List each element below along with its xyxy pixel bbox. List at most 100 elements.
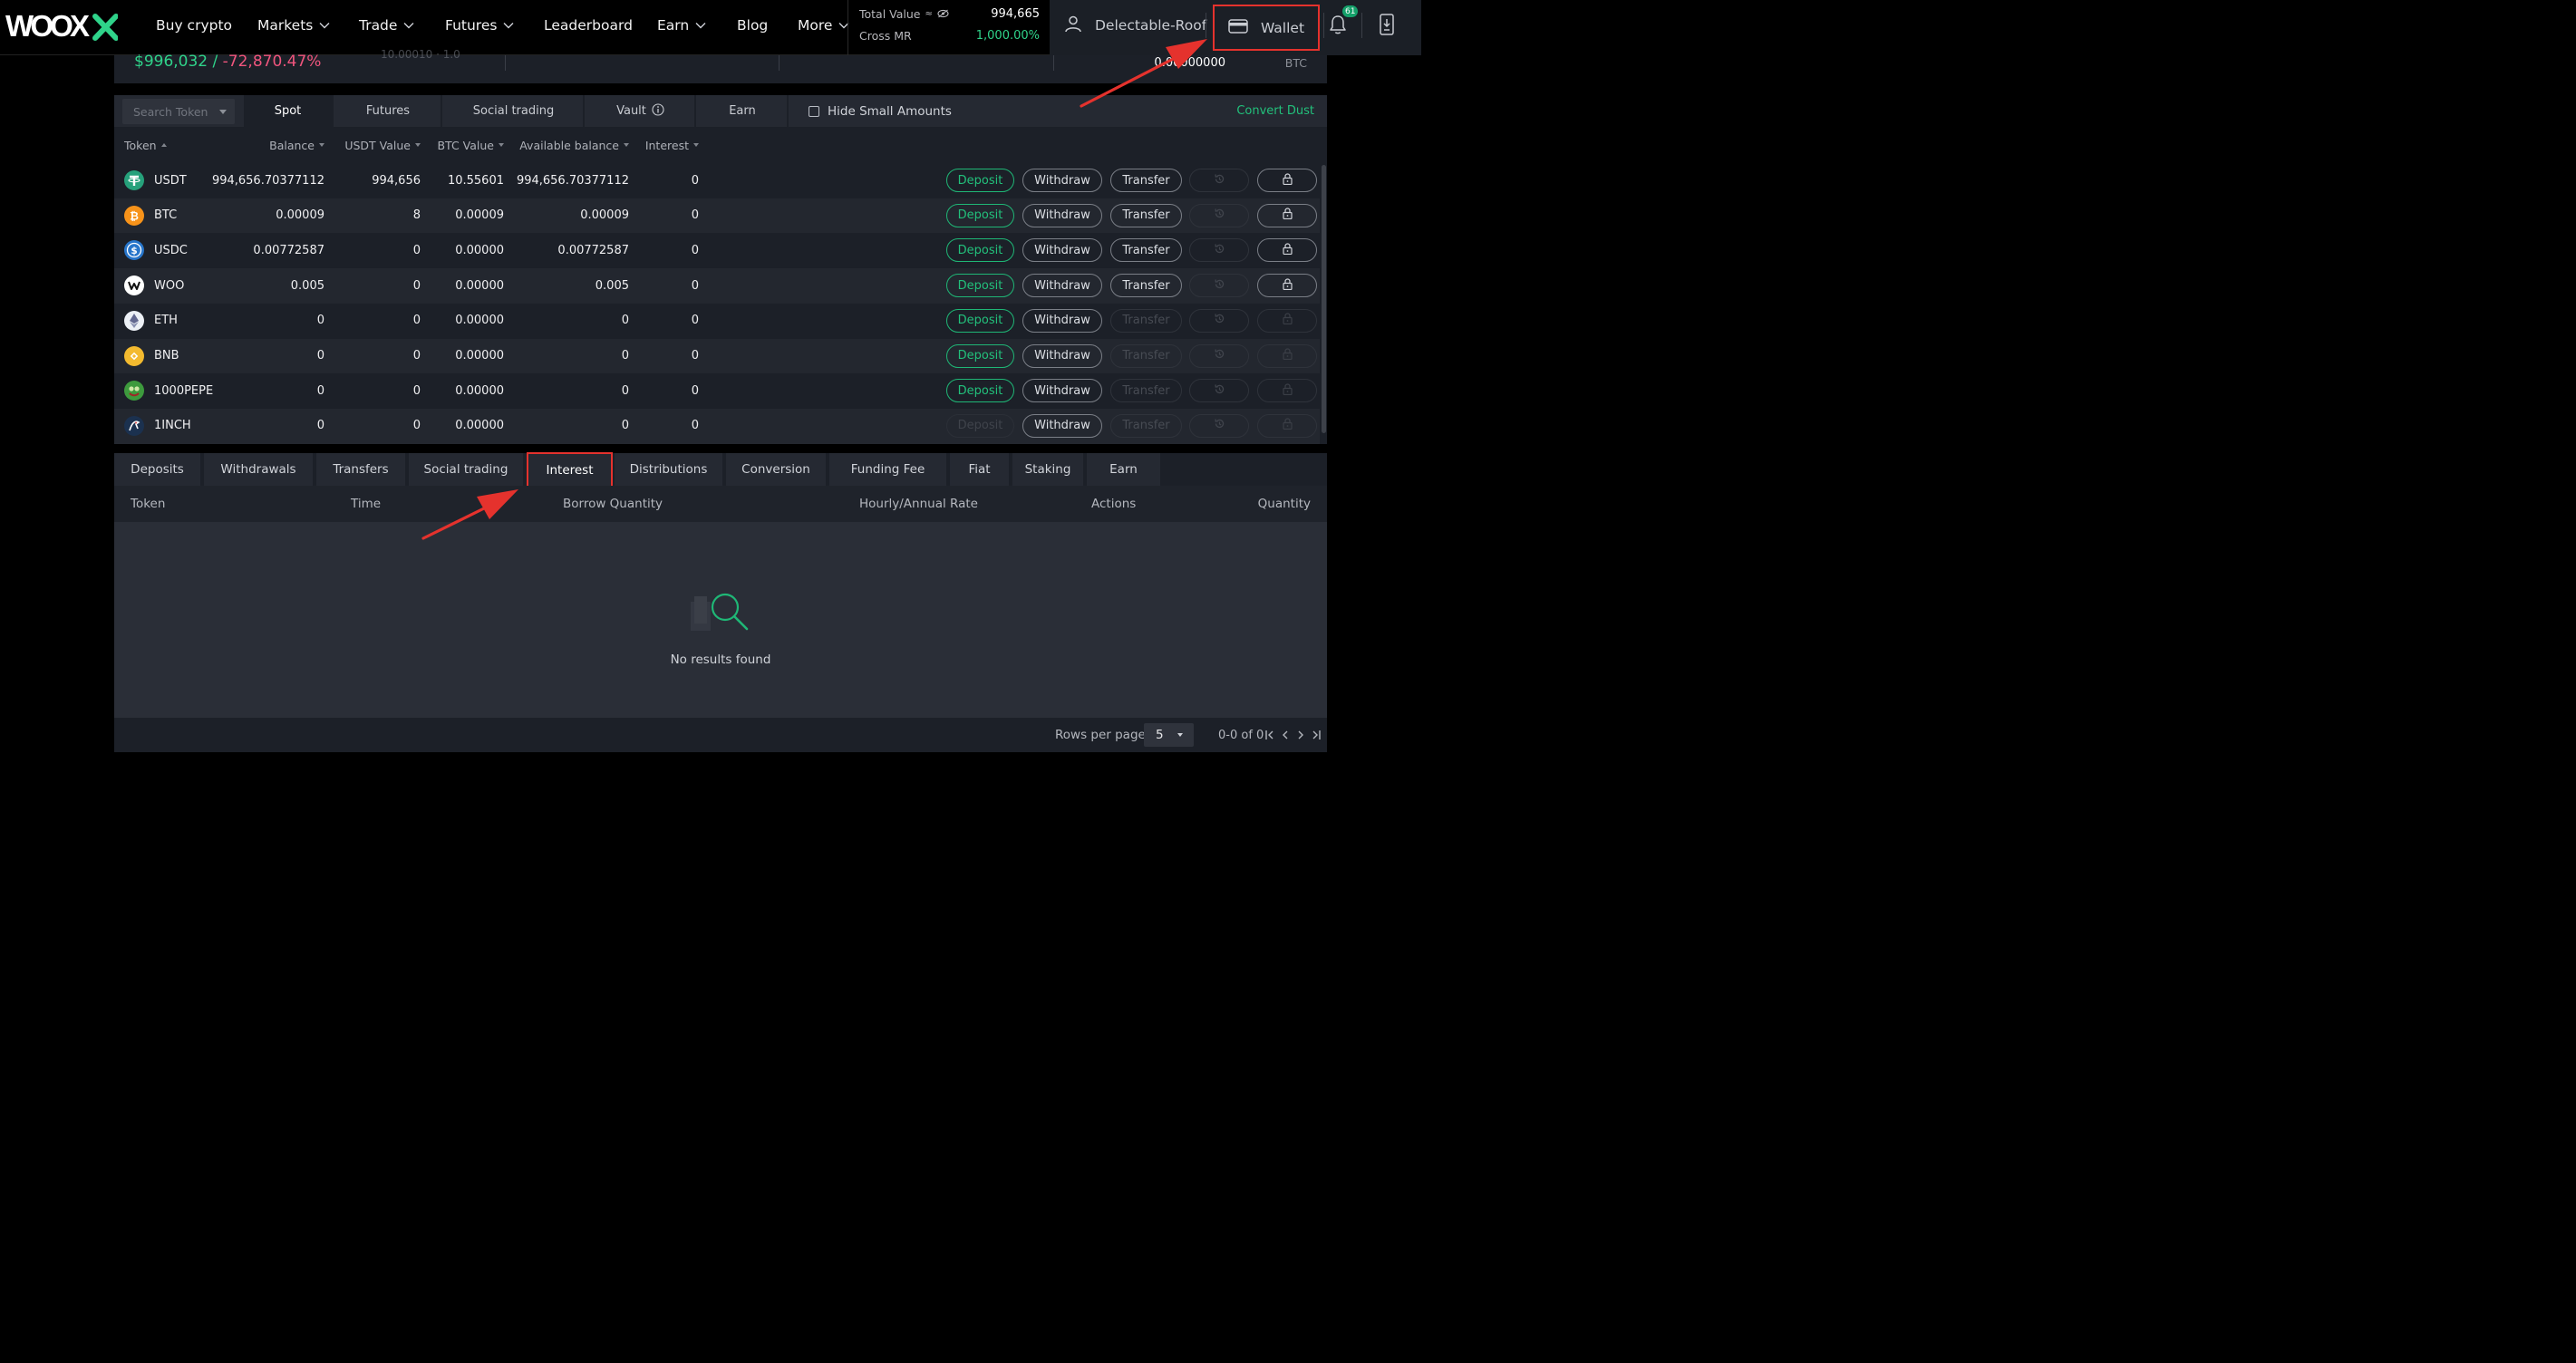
deposit-button[interactable]: Deposit (946, 308, 1014, 333)
lock-button[interactable] (1257, 238, 1317, 263)
transfer-button[interactable]: Transfer (1110, 169, 1182, 192)
withdraw-button[interactable]: Withdraw (1022, 274, 1102, 298)
transfer-button[interactable]: Transfer (1110, 379, 1182, 403)
tab-earn[interactable]: Earn (698, 95, 789, 127)
portfolio-change: -72,870.47% (222, 53, 322, 71)
withdraw-button[interactable]: Withdraw (1022, 343, 1102, 368)
info-icon[interactable] (652, 102, 664, 120)
deposit-button[interactable]: Deposit (946, 238, 1014, 263)
transfer-button[interactable]: Transfer (1110, 413, 1182, 438)
nav-markets[interactable]: Markets (257, 0, 330, 51)
col-btc-value[interactable]: BTC Value (422, 127, 504, 163)
transfer-button[interactable]: Transfer (1110, 274, 1182, 298)
wallet-button[interactable]: Wallet (1213, 5, 1320, 51)
tab-staking[interactable]: Staking (1012, 453, 1085, 486)
search-token-dropdown[interactable]: Search Token (122, 99, 235, 124)
col-balance[interactable]: Balance (223, 127, 324, 163)
notifications-button[interactable] (1329, 14, 1347, 38)
download-app-button[interactable] (1380, 14, 1394, 39)
eye-off-icon[interactable] (937, 7, 949, 21)
user-menu[interactable]: Delectable-Roof (1064, 0, 1206, 51)
next-page-icon[interactable] (1294, 728, 1307, 742)
nav-more[interactable]: More (798, 0, 849, 51)
tab-fiat[interactable]: Fiat (950, 453, 1011, 486)
lock-button[interactable] (1257, 203, 1317, 227)
history-button[interactable] (1189, 274, 1249, 298)
tab-deposits[interactable]: Deposits (114, 453, 202, 486)
checkbox[interactable] (809, 105, 819, 117)
transfer-button[interactable]: Transfer (1110, 238, 1182, 263)
history-button[interactable] (1189, 343, 1249, 368)
history-table-header: Token Time Borrow Quantity Hourly/Annual… (114, 486, 1327, 522)
caret-down-icon (219, 110, 227, 114)
history-icon (1214, 418, 1225, 433)
history-button[interactable] (1189, 379, 1249, 403)
lock-icon (1282, 208, 1293, 223)
history-icon (1214, 313, 1225, 328)
tab-conversion[interactable]: Conversion (726, 453, 828, 486)
cell-btc-value: 10.55601 (447, 173, 504, 188)
cross-mr-value: 1,000.00% (975, 29, 1040, 43)
tab-funding-fee[interactable]: Funding Fee (829, 453, 948, 486)
withdraw-button[interactable]: Withdraw (1022, 203, 1102, 227)
tab-futures[interactable]: Futures (335, 95, 442, 127)
bell-icon (1329, 15, 1347, 38)
history-button[interactable] (1189, 308, 1249, 333)
deposit-button[interactable]: Deposit (946, 413, 1014, 438)
convert-dust-link[interactable]: Convert Dust (1236, 95, 1314, 127)
lock-button[interactable] (1257, 169, 1317, 192)
history-button[interactable] (1189, 169, 1249, 192)
tab-transfers[interactable]: Transfers (316, 453, 407, 486)
balances-table-header: Token Balance USDT Value BTC Value Avail… (114, 127, 1327, 163)
lock-button[interactable] (1257, 308, 1317, 333)
nav-futures[interactable]: Futures (445, 0, 514, 51)
hide-small-amounts-toggle[interactable]: Hide Small Amounts (809, 95, 952, 127)
scrollbar-thumb[interactable] (1322, 165, 1326, 433)
col-token[interactable]: Token (124, 127, 167, 163)
deposit-button[interactable]: Deposit (946, 379, 1014, 403)
nav-earn[interactable]: Earn (657, 0, 706, 51)
tab-vault[interactable]: Vault (586, 95, 696, 127)
tab-distributions[interactable]: Distributions (615, 453, 724, 486)
withdraw-button[interactable]: Withdraw (1022, 379, 1102, 403)
lock-button[interactable] (1257, 343, 1317, 368)
nav-leaderboard[interactable]: Leaderboard (544, 0, 633, 51)
withdraw-button[interactable]: Withdraw (1022, 413, 1102, 438)
tab-earn-history[interactable]: Earn (1087, 453, 1162, 486)
deposit-button[interactable]: Deposit (946, 343, 1014, 368)
history-button[interactable] (1189, 238, 1249, 263)
nav-blog[interactable]: Blog (737, 0, 768, 51)
tab-withdrawals[interactable]: Withdrawals (204, 453, 315, 486)
last-page-icon[interactable] (1310, 728, 1322, 742)
col-usdt-value[interactable]: USDT Value (330, 127, 421, 163)
withdraw-button[interactable]: Withdraw (1022, 238, 1102, 263)
woox-logo[interactable]: WOOX (5, 11, 118, 42)
transfer-button[interactable]: Transfer (1110, 203, 1182, 227)
withdraw-button[interactable]: Withdraw (1022, 169, 1102, 192)
transfer-button[interactable]: Transfer (1110, 343, 1182, 368)
deposit-button[interactable]: Deposit (946, 169, 1014, 192)
tab-social-trading[interactable]: Social trading (444, 95, 585, 127)
prev-page-icon[interactable] (1279, 728, 1292, 742)
lock-button[interactable] (1257, 413, 1317, 438)
history-button[interactable] (1189, 413, 1249, 438)
col-available-balance[interactable]: Available balance (506, 127, 629, 163)
lock-button[interactable] (1257, 379, 1317, 403)
history-button[interactable] (1189, 203, 1249, 227)
rows-per-page-select[interactable]: 5 (1144, 723, 1194, 747)
table-row: 1INCH 0 0 0.00000 0 0 Deposit Withdraw T… (114, 408, 1327, 444)
col-interest[interactable]: Interest (631, 127, 699, 163)
first-page-icon[interactable] (1264, 728, 1276, 742)
nav-trade[interactable]: Trade (359, 0, 414, 51)
withdraw-button[interactable]: Withdraw (1022, 308, 1102, 333)
cell-available-balance: 0 (621, 349, 629, 362)
transfer-button[interactable]: Transfer (1110, 308, 1182, 333)
tab-spot[interactable]: Spot (244, 95, 334, 127)
tab-interest[interactable]: Interest (527, 452, 613, 488)
lock-button[interactable] (1257, 274, 1317, 298)
tab-social-trading-history[interactable]: Social trading (409, 453, 525, 486)
nav-buy-crypto[interactable]: Buy crypto (156, 0, 232, 51)
deposit-button[interactable]: Deposit (946, 203, 1014, 227)
deposit-button[interactable]: Deposit (946, 274, 1014, 298)
balances-scrollbar[interactable] (1320, 163, 1327, 444)
